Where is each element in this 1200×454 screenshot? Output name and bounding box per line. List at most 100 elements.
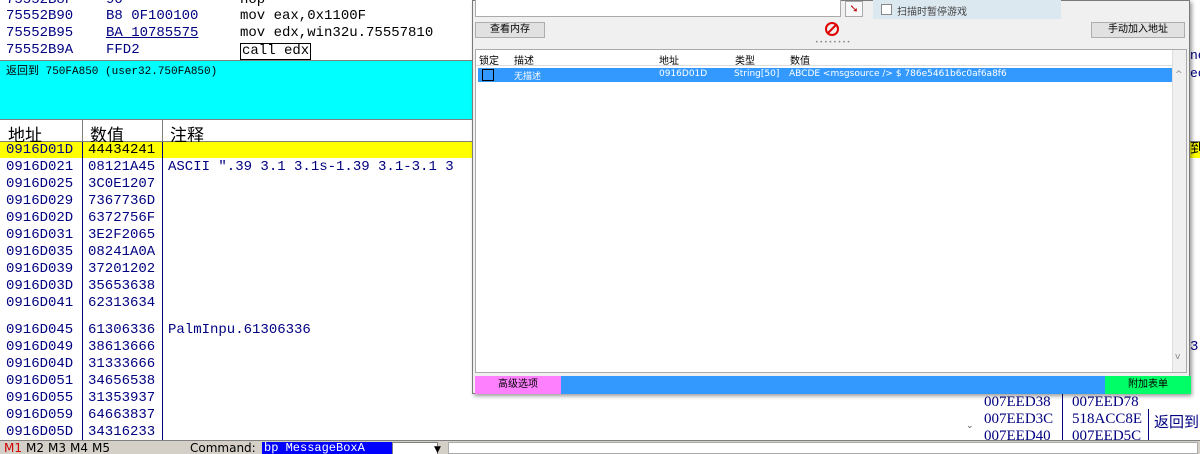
- stack-pane[interactable]: 007EED38 007EED78 007EED3C 518ACC8E 返回到 …: [966, 392, 1200, 444]
- dump-value: 34316233: [88, 424, 156, 440]
- right-edge-fragment: ne: [1190, 48, 1200, 63]
- cheat-engine-window[interactable]: ➘ 扫描时暂停游戏 查看内存 手动加入地址 •••••••• 锁定 描述 地址 …: [472, 0, 1191, 394]
- pointer-pick-icon[interactable]: ➘: [845, 1, 863, 17]
- mark-m4[interactable]: M4: [70, 441, 88, 454]
- dump-value: 62313634: [88, 295, 156, 311]
- dump-value: 44434241: [88, 142, 156, 158]
- column-divider: [1062, 394, 1063, 440]
- lock-column-header[interactable]: 锁定: [479, 52, 499, 67]
- disasm-hex: 90: [106, 0, 123, 8]
- disassembly-pane[interactable]: 75552B8F 90 nop 75552B90 B8 0F100100 mov…: [0, 0, 472, 60]
- info-pane: 返回到 750FA850 (user32.750FA850): [0, 60, 472, 120]
- address-list-header: 锁定 描述 地址 类型 数值: [476, 50, 1186, 67]
- dump-value: 31353937: [88, 390, 156, 406]
- command-dropdown[interactable]: ▼: [392, 442, 441, 454]
- chevron-up-icon[interactable]: ^: [1175, 70, 1183, 80]
- disasm-instruction: mov eax,0x1100F: [240, 8, 367, 24]
- disasm-hex: FFD2: [106, 42, 140, 58]
- column-divider[interactable]: [82, 120, 83, 142]
- dump-value: 37201202: [88, 261, 156, 277]
- view-memory-button[interactable]: 查看内存: [475, 22, 545, 38]
- mark-m3[interactable]: M3: [48, 441, 66, 454]
- chevron-down-icon[interactable]: v: [1175, 352, 1180, 362]
- status-bar: M1 M2 M3 M4 M5 Command: bp MessageBoxA ▼: [0, 440, 1200, 454]
- dump-address: 0916D02D: [6, 210, 74, 226]
- dump-value: 34656538: [88, 373, 156, 389]
- stack-comment: 返回到: [1154, 415, 1200, 431]
- bottom-bar: 高级选项 附加表单: [475, 376, 1191, 394]
- dump-address: 0916D01D: [6, 142, 74, 158]
- entry-description: 无描述: [514, 72, 542, 82]
- dump-address: 0916D051: [6, 373, 74, 389]
- dump-value: 31333666: [88, 356, 156, 372]
- advanced-options-button[interactable]: 高级选项: [475, 376, 561, 394]
- address-entry-row[interactable]: 无描述 0916D01D String[50] ABCDE <msgsource…: [478, 68, 1174, 82]
- stack-value: 007EED78: [1072, 394, 1139, 410]
- disasm-hex: BA 10785575: [106, 25, 199, 41]
- address-list[interactable]: 锁定 描述 地址 类型 数值 无描述 0916D01D String[50] A…: [475, 49, 1187, 373]
- disasm-hex: B8 0F100100: [106, 8, 199, 24]
- stop-icon[interactable]: [825, 22, 839, 36]
- column-divider: [82, 142, 83, 440]
- dump-value: 35653638: [88, 278, 156, 294]
- table-extras-button[interactable]: 附加表单: [1105, 376, 1191, 394]
- right-edge-fragment: 3: [1190, 339, 1199, 355]
- dump-value: 7367736D: [88, 193, 156, 209]
- scroll-down-icon[interactable]: ⌄: [966, 420, 974, 431]
- lock-checkbox[interactable]: [482, 69, 494, 81]
- address-list-scrollbar[interactable]: ^ v: [1172, 50, 1186, 372]
- disasm-address: 75552B8F: [6, 0, 74, 8]
- column-divider[interactable]: [162, 120, 163, 142]
- column-divider: [162, 142, 163, 440]
- mark-m1[interactable]: M1: [4, 441, 22, 454]
- stack-address: 007EED38: [984, 394, 1051, 410]
- disasm-instruction: mov edx,win32u.75557810: [240, 25, 434, 41]
- dump-address: 0916D025: [6, 176, 74, 192]
- dump-address: 0916D039: [6, 261, 74, 277]
- dump-value: 61306336: [88, 322, 156, 338]
- dump-address: 0916D03D: [6, 278, 74, 294]
- stack-address: 007EED3C: [984, 411, 1054, 427]
- disasm-address: 75552B95: [6, 25, 74, 41]
- disasm-address: 75552B90: [6, 8, 74, 24]
- type-column-header[interactable]: 类型: [735, 52, 755, 67]
- disasm-address: 75552B9A: [6, 42, 74, 58]
- pause-game-label: 扫描时暂停游戏: [897, 7, 967, 18]
- dump-comment: PalmInpu.61306336: [168, 322, 311, 338]
- dump-address: 0916D031: [6, 227, 74, 243]
- splitter-grip[interactable]: ••••••••: [815, 40, 850, 46]
- stack-value: 518ACC8E: [1072, 411, 1143, 427]
- mark-m5[interactable]: M5: [92, 441, 110, 454]
- value-column-header[interactable]: 数值: [790, 52, 810, 67]
- disasm-instruction: nop: [240, 0, 266, 8]
- right-edge-fragment: ec: [1190, 66, 1200, 81]
- command-input[interactable]: bp MessageBoxA: [262, 442, 392, 454]
- dump-value: 6372756F: [88, 210, 156, 226]
- entry-value: ABCDE <msgsource /> $ 786e5461b6c0af6a8f…: [789, 69, 1007, 79]
- description-column-header[interactable]: 描述: [514, 52, 534, 67]
- address-column-header[interactable]: 地址: [659, 52, 679, 67]
- dump-address: 0916D04D: [6, 356, 74, 372]
- scan-value-field[interactable]: [475, 0, 841, 17]
- dump-value: 3C0E1207: [88, 176, 156, 192]
- dump-address: 0916D049: [6, 339, 74, 355]
- mark-m2[interactable]: M2: [26, 441, 44, 454]
- dump-address: 0916D021: [6, 159, 74, 175]
- dump-address: 0916D041: [6, 295, 74, 311]
- status-message-field: [448, 442, 1198, 454]
- entry-type: String[50]: [734, 69, 780, 79]
- dump-value: 08241A0A: [88, 244, 156, 260]
- dump-value: 64663837: [88, 407, 156, 423]
- pause-game-checkbox[interactable]: [881, 4, 892, 15]
- dump-address: 0916D045: [6, 322, 74, 338]
- dump-address: 0916D029: [6, 193, 74, 209]
- entry-address: 0916D01D: [659, 69, 708, 79]
- dump-address: 0916D059: [6, 407, 74, 423]
- info-text: 返回到 750FA850 (user32.750FA850): [6, 66, 218, 78]
- disasm-instruction: call edx: [240, 43, 312, 60]
- add-address-manually-button[interactable]: 手动加入地址: [1091, 22, 1185, 38]
- dump-address: 0916D035: [6, 244, 74, 260]
- dump-value: 3E2F2065: [88, 227, 156, 243]
- dump-address: 0916D055: [6, 390, 74, 406]
- chevron-down-icon: ▼: [434, 445, 441, 454]
